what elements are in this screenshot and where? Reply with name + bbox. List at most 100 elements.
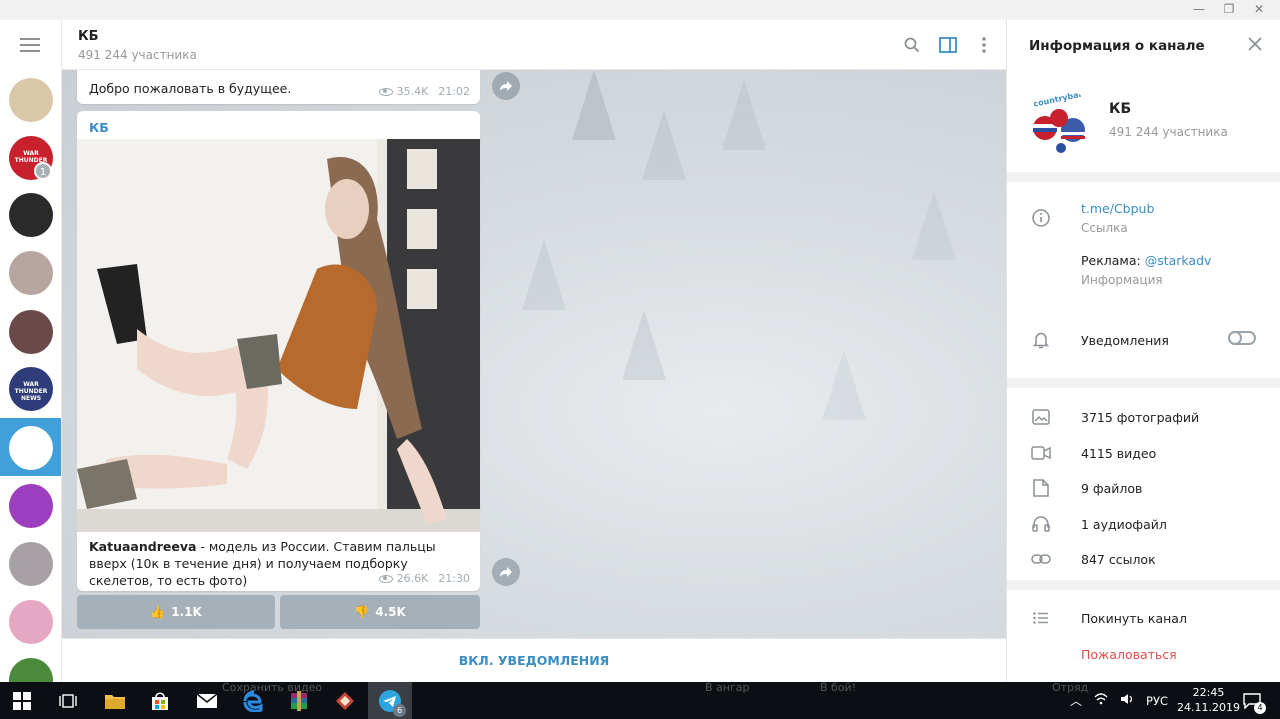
menu-icon[interactable]: [20, 38, 40, 52]
chat-avatar[interactable]: [9, 193, 53, 237]
chat-avatar[interactable]: [9, 542, 53, 586]
panel-title: Информация о канале: [1029, 38, 1205, 54]
shared-media-item[interactable]: 3715 фотографий: [1081, 410, 1199, 425]
chevron-up-icon[interactable]: ︿: [1070, 692, 1082, 709]
channel-avatar[interactable]: countryballs: [1027, 88, 1093, 154]
views-icon: [378, 87, 393, 96]
search-icon[interactable]: [901, 34, 923, 56]
ads-prefix: Реклама:: [1081, 253, 1145, 268]
channel-link[interactable]: t.me/Cbpub: [1081, 201, 1154, 216]
views-icon: [378, 574, 393, 583]
thumbs-down-icon: 👎: [354, 605, 370, 619]
system-tray: ︿ РУС: [1070, 682, 1168, 719]
restore-button[interactable]: ❐: [1222, 2, 1236, 16]
share-icon[interactable]: [492, 558, 520, 586]
ads-info: Реклама: @starkadv: [1081, 253, 1211, 268]
ghost-text: В бой!: [820, 681, 857, 694]
shared-media-section: 3715 фотографий 4115 видео 9 файлов 1 аудио…: [1007, 388, 1280, 580]
notifications-icon[interactable]: 4: [1238, 687, 1266, 715]
edge-browser-icon[interactable]: [240, 687, 268, 715]
views-count: 35.4K: [396, 85, 429, 98]
mail-icon[interactable]: [193, 687, 221, 715]
photo-icon: [1031, 407, 1051, 427]
volume-icon[interactable]: [1120, 693, 1134, 708]
message-author[interactable]: КБ: [89, 120, 109, 135]
message-bubble[interactable]: КБ Katuaandreeva - модель из России. Ста…: [77, 111, 480, 591]
clock[interactable]: 22:45 24.11.2019: [1177, 685, 1240, 715]
reaction-count: 1.1K: [171, 605, 202, 619]
chat-avatar[interactable]: [9, 426, 53, 470]
chat-list: WAR THUNDER WAR THUNDER NEWS 1: [0, 20, 62, 682]
minimize-button[interactable]: —: [1192, 2, 1206, 16]
channel-members: 491 244 участника: [1109, 125, 1228, 139]
views-count: 26.6K: [396, 572, 429, 585]
side-panel-icon[interactable]: [937, 34, 959, 56]
notification-count: 4: [1254, 702, 1266, 714]
game-app-icon[interactable]: [331, 687, 359, 715]
shared-media-item[interactable]: 9 файлов: [1081, 481, 1142, 496]
shared-media-item[interactable]: 4115 видео: [1081, 446, 1156, 461]
clock-date: 24.11.2019: [1177, 701, 1240, 714]
more-options-icon[interactable]: [973, 34, 995, 56]
reaction-like-button[interactable]: 👍 1.1K: [77, 595, 275, 629]
language-indicator[interactable]: РУС: [1146, 694, 1168, 708]
chat-avatar[interactable]: [9, 484, 53, 528]
chat-title[interactable]: КБ: [78, 29, 99, 44]
shared-media-item[interactable]: 1 аудиофайл: [1081, 517, 1167, 532]
message-bubble[interactable]: Добро пожаловать в будущее. 35.4K 21:02: [77, 70, 480, 104]
chat-subtitle: 491 244 участника: [78, 48, 197, 62]
store-icon[interactable]: [146, 687, 174, 715]
windows-start-icon[interactable]: [8, 687, 36, 715]
notifications-toggle[interactable]: [1228, 331, 1256, 345]
close-window-button[interactable]: ✕: [1252, 2, 1266, 16]
chat-header: КБ 491 244 участника: [62, 20, 1006, 70]
windows-taskbar: Сохранить видео В ангар В бой! Отряд 6 ︿…: [0, 681, 1280, 719]
ghost-text: В ангар: [705, 681, 750, 694]
video-icon: [1031, 443, 1051, 463]
shared-media-item[interactable]: 847 ссылок: [1081, 552, 1156, 567]
telegram-badge: 6: [393, 704, 406, 717]
channel-link-label: Ссылка: [1081, 221, 1128, 235]
clock-time: 22:45: [1192, 686, 1225, 699]
caption-bold[interactable]: Katuaandreeva: [89, 539, 196, 554]
message-text: Добро пожаловать в будущее.: [89, 81, 292, 96]
notifications-label: Уведомления: [1081, 333, 1169, 348]
winrar-icon[interactable]: [285, 687, 313, 715]
file-explorer-icon[interactable]: [101, 687, 129, 715]
ads-handle-link[interactable]: @starkadv: [1145, 253, 1212, 268]
info-icon: [1031, 208, 1051, 228]
chat-avatar[interactable]: [9, 658, 53, 682]
channel-actions-section: Покинуть канал Пожаловаться: [1007, 590, 1280, 682]
chat-avatar[interactable]: [9, 600, 53, 644]
reaction-count: 4.5K: [375, 605, 406, 619]
bell-icon: [1031, 330, 1051, 350]
channel-info-panel: Информация о канале countryballs КБ 491 …: [1006, 20, 1280, 682]
chat-messages-area[interactable]: Добро пожаловать в будущее. 35.4K 21:02 …: [62, 70, 1006, 638]
enable-notifications-button[interactable]: ВКЛ. УВЕДОМЛЕНИЯ: [62, 638, 1006, 682]
message-meta: 35.4K 21:02: [378, 85, 470, 98]
chat-avatar[interactable]: WAR THUNDER NEWS: [9, 367, 53, 411]
close-icon[interactable]: [1247, 36, 1263, 52]
message-meta: 26.6K 21:30: [378, 572, 470, 585]
reaction-dislike-button[interactable]: 👎 4.5K: [280, 595, 480, 629]
message-photo[interactable]: [77, 139, 480, 532]
leave-channel-button[interactable]: Покинуть канал: [1081, 611, 1187, 626]
chat-avatar[interactable]: [9, 78, 53, 122]
unread-badge: 1: [34, 162, 52, 180]
info-header-section: Информация о канале countryballs КБ 491 …: [1007, 20, 1280, 172]
chat-avatar[interactable]: [9, 251, 53, 295]
list-icon: [1031, 608, 1051, 628]
share-icon[interactable]: [492, 72, 520, 100]
telegram-icon[interactable]: 6: [376, 687, 406, 717]
report-button[interactable]: Пожаловаться: [1081, 647, 1177, 662]
info-details-section: t.me/Cbpub Ссылка Реклама: @starkadv Инф…: [1007, 182, 1280, 378]
network-icon[interactable]: [1094, 693, 1108, 708]
channel-name: КБ: [1109, 101, 1132, 117]
task-view-icon[interactable]: [54, 687, 82, 715]
ads-label: Информация: [1081, 273, 1163, 287]
chat-avatar[interactable]: [9, 310, 53, 354]
thumbs-up-icon: 👍: [150, 605, 166, 619]
file-icon: [1031, 478, 1051, 498]
message-time: 21:02: [438, 85, 470, 98]
avatar-label: WAR THUNDER NEWS: [14, 381, 48, 402]
